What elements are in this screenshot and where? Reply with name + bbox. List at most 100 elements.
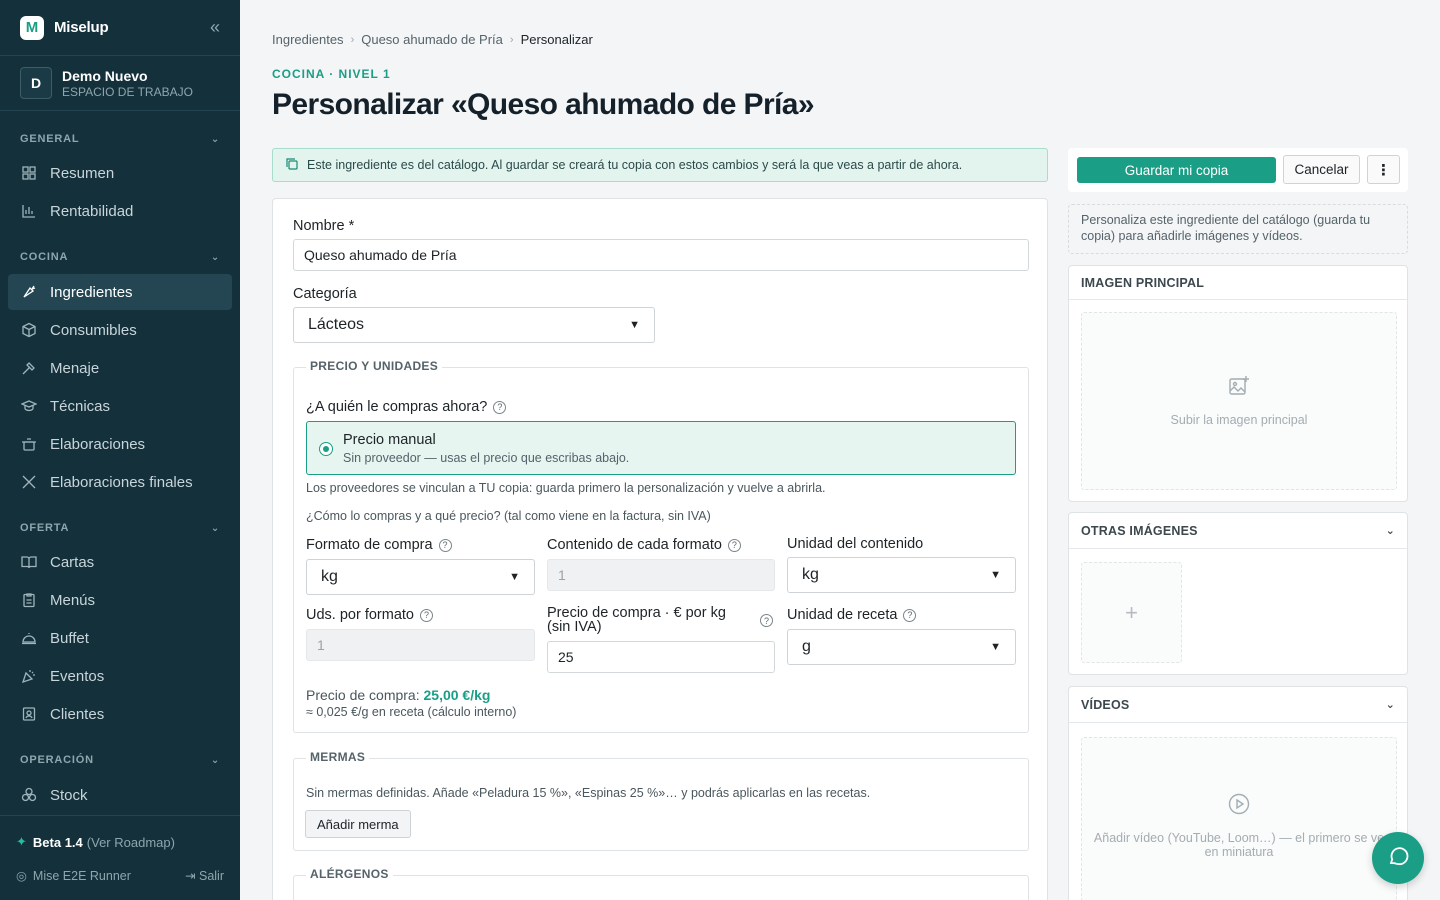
workspace-avatar: D — [20, 67, 52, 99]
section-oferta[interactable]: OFERTA ⌄ — [0, 518, 240, 538]
price-summary-prefix: Precio de compra: — [306, 687, 420, 703]
pot-icon — [20, 435, 38, 453]
sidebar-item-cartas[interactable]: Cartas — [8, 544, 232, 580]
sidebar-item-label: Menús — [50, 591, 96, 609]
copy-icon — [285, 157, 299, 174]
graduation-icon — [20, 397, 38, 415]
contact-icon — [20, 705, 38, 723]
sidebar-item-ingredientes[interactable]: Ingredientes — [8, 274, 232, 310]
chat-button[interactable] — [1372, 832, 1424, 884]
add-merma-button[interactable]: Añadir merma — [305, 810, 411, 838]
notice-text: Este ingrediente es del catálogo. Al gua… — [307, 158, 963, 172]
content-unit-label: Unidad del contenido — [787, 536, 924, 552]
sidebar-item-stock[interactable]: Stock — [8, 777, 232, 813]
units-input[interactable]: 1 — [306, 629, 535, 661]
breadcrumb-ingredient[interactable]: Queso ahumado de Pría — [361, 32, 503, 47]
sidebar-item-elaboraciones-finales[interactable]: Elaboraciones finales — [8, 464, 232, 500]
who-label: ¿A quién le compras ahora?? — [306, 399, 507, 415]
sidebar-item-menus[interactable]: Menús — [8, 582, 232, 618]
sidebar-item-eventos[interactable]: Eventos — [8, 658, 232, 694]
page-eyebrow: COCINA · NIVEL 1 — [272, 67, 391, 81]
main-image-upload-text: Subir la imagen principal — [1170, 413, 1308, 427]
content-label-text: Contenido de cada formato — [547, 537, 722, 553]
sidebar-item-elaboraciones[interactable]: Elaboraciones — [8, 426, 232, 462]
page-title: Personalizar «Queso ahumado de Pría» — [272, 88, 815, 121]
roadmap-link[interactable]: (Ver Roadmap) — [87, 835, 175, 850]
content-unit-select[interactable]: kg ▼ — [787, 557, 1016, 593]
help-icon[interactable]: ? — [760, 614, 773, 627]
sidebar: M Miselup « D Demo Nuevo ESPACIO DE TRAB… — [0, 0, 240, 900]
name-input[interactable]: Queso ahumado de Pría — [293, 239, 1029, 271]
sidebar-item-consumibles[interactable]: Consumibles — [8, 312, 232, 348]
main-image-dropzone[interactable]: Subir la imagen principal — [1081, 312, 1397, 490]
help-icon[interactable]: ? — [903, 608, 917, 622]
category-select[interactable]: Lácteos ▼ — [293, 307, 655, 343]
section-oferta-label: OFERTA — [20, 522, 70, 534]
content-input[interactable]: 1 — [547, 559, 775, 591]
sidebar-item-label: Rentabilidad — [50, 202, 134, 220]
user-icon: ◎ — [16, 869, 27, 883]
workspace-switcher[interactable]: D Demo Nuevo ESPACIO DE TRABAJO — [0, 56, 240, 111]
workspace-subtitle: ESPACIO DE TRABAJO — [62, 84, 193, 99]
ingredient-form: Nombre * Queso ahumado de Pría Categoría… — [272, 198, 1048, 900]
hammer-icon — [20, 359, 38, 377]
section-cocina[interactable]: COCINA ⌄ — [0, 247, 240, 267]
section-operacion[interactable]: OPERACIÓN ⌄ — [0, 750, 240, 770]
format-select[interactable]: kg ▼ — [306, 559, 535, 595]
more-options-button[interactable]: ⋮ — [1367, 155, 1400, 184]
recipe-unit-select[interactable]: g ▼ — [787, 629, 1016, 665]
price-input[interactable]: 25 — [547, 641, 775, 673]
help-icon[interactable]: ? — [493, 400, 507, 414]
chevron-down-icon: ▼ — [629, 319, 640, 331]
sidebar-item-rentabilidad[interactable]: Rentabilidad — [8, 193, 232, 229]
chevron-down-icon: ⌄ — [1385, 525, 1395, 537]
sidebar-item-label: Clientes — [50, 705, 105, 723]
name-label: Nombre * — [293, 218, 355, 234]
add-image-tile[interactable]: + — [1081, 562, 1182, 663]
help-icon[interactable]: ? — [727, 538, 741, 552]
party-icon — [20, 667, 38, 685]
content-unit-value: kg — [802, 566, 819, 583]
mermas-section: MERMAS Sin mermas definidas. Añade «Pela… — [293, 750, 1029, 851]
manual-price-option[interactable]: Precio manual Sin proveedor — usas el pr… — [306, 421, 1016, 475]
section-cocina-label: COCINA — [20, 251, 69, 263]
sidebar-item-menaje[interactable]: Menaje — [8, 350, 232, 386]
chat-icon — [1387, 845, 1409, 872]
sidebar-item-clientes[interactable]: Clientes — [8, 696, 232, 732]
chevron-down-icon: ⌄ — [210, 522, 220, 534]
price-label: Precio de compra · € por kg (sin IVA) — [547, 605, 726, 635]
carrot-icon — [20, 283, 38, 301]
collapse-sidebar-icon[interactable]: « — [210, 17, 220, 38]
other-images-header[interactable]: OTRAS IMÁGENES ⌄ — [1069, 513, 1407, 549]
chevron-down-icon: ⌄ — [210, 133, 220, 145]
sidebar-item-label: Resumen — [50, 164, 115, 182]
price-summary-value: 25,00 €/kg — [423, 687, 491, 703]
sidebar-item-buffet[interactable]: Buffet — [8, 620, 232, 656]
cancel-button[interactable]: Cancelar — [1283, 155, 1360, 184]
logout-button[interactable]: ⇥ Salir — [185, 868, 224, 883]
sidebar-item-label: Menaje — [50, 359, 100, 377]
help-icon[interactable]: ? — [420, 608, 433, 622]
help-icon[interactable]: ? — [438, 538, 452, 552]
section-general[interactable]: GENERAL ⌄ — [0, 129, 240, 149]
manual-price-subtitle: Sin proveedor — usas el precio que escri… — [343, 451, 630, 465]
video-dropzone[interactable]: Añadir vídeo (YouTube, Loom…) — el prime… — [1081, 737, 1397, 900]
main-image-title: IMAGEN PRINCIPAL — [1081, 275, 1205, 290]
sidebar-item-tecnicas[interactable]: Técnicas — [8, 388, 232, 424]
videos-header[interactable]: VÍDEOS ⌄ — [1069, 687, 1407, 723]
video-add-text: Añadir vídeo (YouTube, Loom…) — el prime… — [1093, 831, 1385, 859]
workspace-name: Demo Nuevo — [62, 67, 148, 84]
chevron-right-icon: › — [509, 33, 514, 46]
recipe-unit-value: g — [802, 638, 811, 655]
chevron-down-icon: ⌄ — [1385, 699, 1395, 711]
sidebar-item-label: Técnicas — [50, 397, 111, 415]
beta-version: Beta 1.4 — [32, 834, 83, 850]
sidebar-item-resumen[interactable]: Resumen — [8, 155, 232, 191]
sidebar-item-label: Eventos — [50, 667, 105, 685]
other-images-title: OTRAS IMÁGENES — [1081, 523, 1198, 538]
save-copy-button[interactable]: Guardar mi copia — [1077, 157, 1276, 183]
logout-icon: ⇥ — [185, 869, 196, 883]
radio-selected[interactable] — [319, 442, 333, 456]
breadcrumb-ingredientes[interactable]: Ingredientes — [272, 32, 344, 47]
beta-link[interactable]: ✦ Beta 1.4 (Ver Roadmap) — [16, 834, 175, 850]
